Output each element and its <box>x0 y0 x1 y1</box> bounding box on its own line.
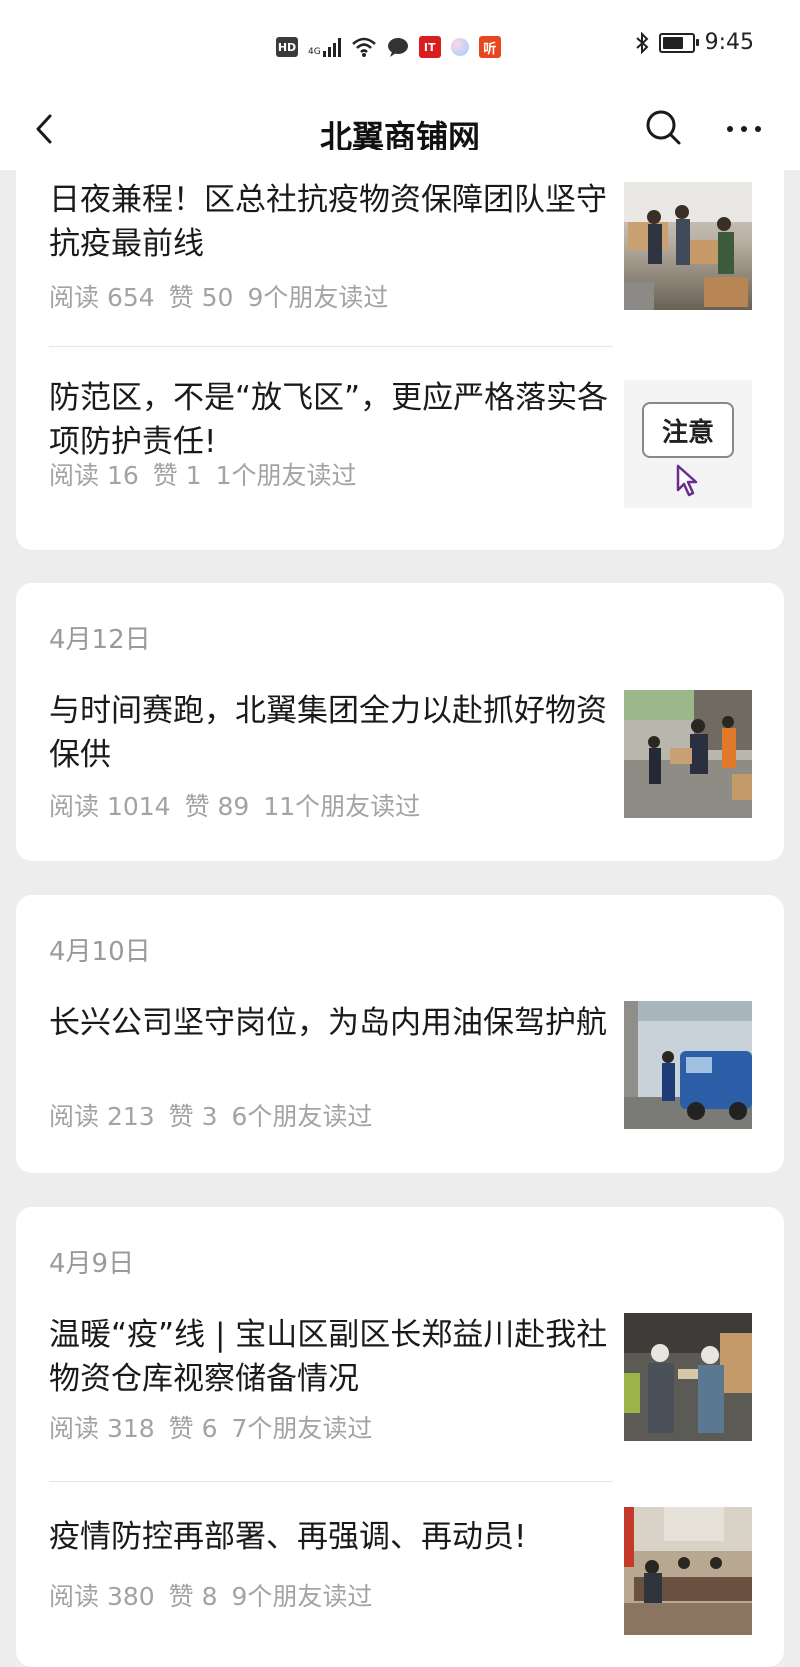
circle-app-icon <box>450 38 469 56</box>
status-right: 9:45 <box>635 30 754 55</box>
cursor-icon <box>676 464 698 497</box>
article-meta: 阅读 654 赞 50 9个朋友读过 <box>49 278 402 314</box>
listen-app-icon: 听 <box>478 36 501 58</box>
friends-read: 9个朋友读过 <box>231 1582 373 1611</box>
chat-bubble-icon <box>387 38 408 57</box>
divider <box>49 1481 613 1482</box>
status-icons: HD 4G IT 听 <box>276 32 501 62</box>
wifi-icon <box>351 37 376 57</box>
friends-read: 7个朋友读过 <box>231 1414 373 1443</box>
article-thumbnail[interactable]: 注意 <box>624 380 752 508</box>
article-title[interactable]: 日夜兼程！区总社抗疫物资保障团队坚守抗疫最前线 <box>49 178 609 266</box>
article-thumbnail[interactable] <box>624 1313 752 1441</box>
article-title[interactable]: 疫情防控再部署、再强调、再动员! <box>49 1515 609 1559</box>
article-title[interactable]: 温暖“疫”线 | 宝山区副区长郑益川赴我社物资仓库视察储备情况 <box>49 1313 609 1401</box>
publish-date: 4月12日 <box>49 625 151 655</box>
publish-date: 4月10日 <box>49 937 151 967</box>
hd-icon: HD <box>276 37 298 57</box>
read-count: 阅读 1014 <box>49 792 171 821</box>
article-meta: 阅读 16 赞 1 1个朋友读过 <box>49 456 371 492</box>
read-count: 阅读 16 <box>49 461 139 490</box>
it-app-icon: IT <box>418 36 441 58</box>
article-thumbnail[interactable] <box>624 182 752 310</box>
article-meta: 阅读 213 赞 3 6个朋友读过 <box>49 1097 386 1133</box>
article-title[interactable]: 与时间赛跑，北翼集团全力以赴抓好物资保供 <box>49 689 609 777</box>
article-thumbnail[interactable] <box>624 690 752 818</box>
like-count: 赞 8 <box>168 1582 218 1611</box>
network-type: 4G <box>308 47 321 57</box>
article-title[interactable]: 防范区，不是“放飞区”，更应严格落实各项防护责任! <box>49 376 609 464</box>
article-group-card: 4月12日 与时间赛跑，北翼集团全力以赴抓好物资保供 阅读 1014 赞 89 11… <box>16 583 784 861</box>
like-count: 赞 6 <box>168 1414 218 1443</box>
like-count: 赞 3 <box>168 1102 218 1131</box>
divider <box>49 346 613 347</box>
clock: 9:45 <box>704 30 754 55</box>
read-count: 阅读 318 <box>49 1414 155 1443</box>
more-icon[interactable] <box>716 104 772 150</box>
article-meta: 阅读 380 赞 8 9个朋友读过 <box>49 1577 386 1613</box>
article-group-card: 日夜兼程！区总社抗疫物资保障团队坚守抗疫最前线 阅读 654 赞 50 9个朋友读过… <box>16 150 784 550</box>
friends-read: 1个朋友读过 <box>215 461 357 490</box>
read-count: 阅读 654 <box>49 283 155 312</box>
read-count: 阅读 213 <box>49 1102 155 1131</box>
article-thumbnail[interactable] <box>624 1507 752 1635</box>
like-count: 赞 89 <box>184 792 250 821</box>
notice-badge: 注意 <box>642 402 734 458</box>
friends-read: 11个朋友读过 <box>263 792 421 821</box>
like-count: 赞 50 <box>168 283 234 312</box>
search-icon[interactable] <box>640 104 686 150</box>
friends-read: 6个朋友读过 <box>231 1102 373 1131</box>
publish-date: 4月9日 <box>49 1249 135 1279</box>
article-title[interactable]: 长兴公司坚守岗位，为岛内用油保驾护航 <box>49 1001 609 1045</box>
article-meta: 阅读 318 赞 6 7个朋友读过 <box>49 1409 386 1445</box>
battery-icon <box>658 32 699 53</box>
article-meta: 阅读 1014 赞 89 11个朋友读过 <box>49 787 434 823</box>
status-bar: HD 4G IT 听 9:45 <box>0 0 800 92</box>
article-group-card: 4月10日 长兴公司坚守岗位，为岛内用油保驾护航 阅读 213 赞 3 6个朋友读过 <box>16 895 784 1173</box>
bluetooth-icon <box>635 31 649 54</box>
friends-read: 9个朋友读过 <box>247 283 389 312</box>
read-count: 阅读 380 <box>49 1582 155 1611</box>
article-group-card: 4月9日 温暖“疫”线 | 宝山区副区长郑益川赴我社物资仓库视察储备情况 阅读 … <box>16 1207 784 1667</box>
signal-icon: 4G <box>308 37 341 57</box>
like-count: 赞 1 <box>152 461 202 490</box>
article-thumbnail[interactable] <box>624 1001 752 1129</box>
